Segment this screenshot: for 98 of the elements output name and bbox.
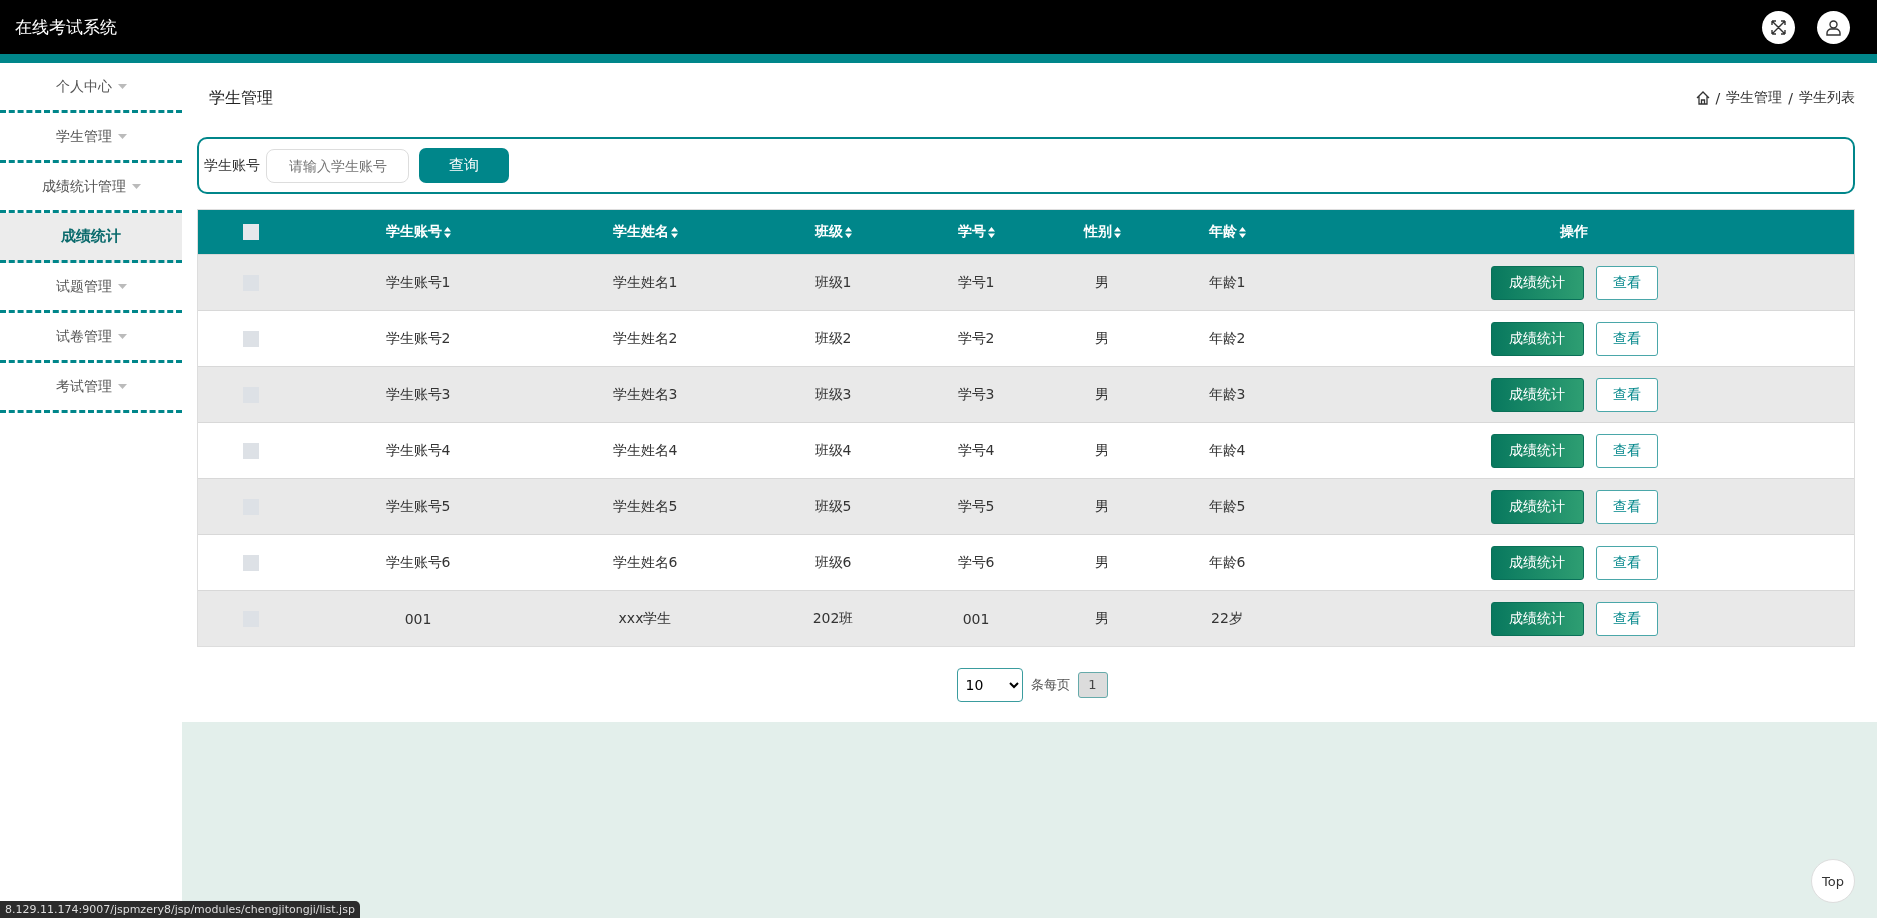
table-cell: 学生姓名5 — [612, 497, 678, 516]
table-cell: 男 — [1095, 553, 1109, 572]
breadcrumb-item[interactable]: 学生管理 — [1726, 89, 1783, 107]
page-title: 学生管理 — [209, 87, 273, 109]
page-size-select[interactable]: 10 — [956, 667, 1023, 702]
table-cell: 学生账号5 — [385, 497, 451, 516]
sort-icon — [1113, 226, 1121, 238]
caret-icon — [117, 384, 127, 389]
column-header[interactable]: 性别 — [1083, 223, 1112, 241]
table-cell: 年龄2 — [1208, 329, 1246, 348]
user-icon — [1825, 18, 1842, 36]
table-cell: 001 — [404, 610, 432, 627]
breadcrumb-separator: / — [1788, 90, 1793, 106]
view-button[interactable]: 查看 — [1595, 321, 1658, 356]
table-cell: 学生姓名6 — [612, 553, 678, 572]
table-cell: 班级1 — [814, 273, 852, 292]
view-button[interactable]: 查看 — [1595, 377, 1658, 412]
app-title: 在线考试系统 — [15, 15, 117, 39]
table-cell: 班级4 — [814, 441, 852, 460]
view-button[interactable]: 查看 — [1595, 433, 1658, 468]
sort-icon — [1238, 226, 1246, 238]
sort-icon — [987, 226, 995, 238]
sidebar-item[interactable]: 成绩统计 — [0, 213, 182, 263]
table-cell: 男 — [1095, 385, 1109, 404]
breadcrumb-item[interactable]: 学生列表 — [1799, 89, 1855, 107]
column-header[interactable]: 学号 — [957, 223, 986, 241]
table-cell: 男 — [1095, 329, 1109, 348]
user-button[interactable] — [1817, 10, 1850, 44]
sort-icon — [670, 226, 678, 238]
statistics-button[interactable]: 成绩统计 — [1490, 265, 1584, 300]
view-button[interactable]: 查看 — [1595, 489, 1658, 524]
statistics-button[interactable]: 成绩统计 — [1490, 601, 1584, 636]
table-cell: 男 — [1095, 273, 1109, 292]
table-cell: 年龄5 — [1208, 497, 1246, 516]
table-cell: 22岁 — [1211, 609, 1243, 628]
statistics-button[interactable]: 成绩统计 — [1490, 489, 1584, 524]
view-button[interactable]: 查看 — [1595, 545, 1658, 580]
table-cell: 年龄6 — [1208, 553, 1246, 572]
fullscreen-button[interactable] — [1762, 10, 1795, 44]
status-url: 8.129.11.174:9007/jspmzery8/jsp/modules/chengjitongji/list.jsp — [0, 901, 360, 918]
breadcrumb-separator: / — [1715, 90, 1721, 106]
table-cell: 年龄1 — [1208, 273, 1246, 292]
caret-icon — [131, 184, 141, 189]
table-cell: 学号6 — [957, 553, 995, 572]
table-cell: 学生账号3 — [385, 385, 451, 404]
table-cell: 学号2 — [957, 329, 995, 348]
caret-icon — [117, 334, 127, 339]
column-header: 操作 — [1560, 223, 1588, 241]
statistics-button[interactable]: 成绩统计 — [1490, 321, 1584, 356]
row-checkbox[interactable] — [243, 554, 259, 571]
table-cell: 学号1 — [957, 273, 995, 292]
table-cell: 班级3 — [814, 385, 852, 404]
view-button[interactable]: 查看 — [1595, 601, 1658, 636]
query-button[interactable]: 查询 — [419, 148, 509, 183]
caret-icon — [117, 84, 127, 89]
statistics-button[interactable]: 成绩统计 — [1490, 433, 1584, 468]
table-cell: 班级5 — [814, 497, 852, 516]
table-cell: 年龄4 — [1208, 441, 1246, 460]
table-cell: 男 — [1095, 441, 1109, 460]
page-button[interactable]: 1 — [1077, 671, 1108, 698]
select-all-checkbox[interactable] — [243, 224, 259, 240]
table-cell: 学生账号4 — [385, 441, 451, 460]
account-input[interactable]: 请输入学生账号 — [266, 148, 409, 183]
table-cell: 男 — [1095, 497, 1109, 516]
view-button[interactable]: 查看 — [1595, 265, 1658, 300]
table-cell: 学生姓名3 — [612, 385, 678, 404]
table-cell: 班级6 — [814, 553, 852, 572]
table-cell: 年龄3 — [1208, 385, 1246, 404]
table-cell: 男 — [1095, 609, 1109, 628]
column-header[interactable]: 年龄 — [1208, 223, 1237, 241]
sort-icon — [844, 226, 852, 238]
table-cell: 班级2 — [814, 329, 852, 348]
row-checkbox[interactable] — [243, 330, 259, 347]
table-cell: 学生姓名1 — [612, 273, 678, 292]
statistics-button[interactable]: 成绩统计 — [1490, 545, 1584, 580]
column-header[interactable]: 班级 — [814, 223, 843, 241]
table-cell: 学号3 — [957, 385, 995, 404]
table-cell: 001 — [962, 610, 990, 627]
statistics-button[interactable]: 成绩统计 — [1490, 377, 1584, 412]
home-icon[interactable] — [1695, 91, 1710, 105]
table-cell: 学生姓名4 — [612, 441, 678, 460]
expand-icon — [1770, 18, 1787, 36]
table-cell: 学号4 — [957, 441, 995, 460]
caret-icon — [117, 284, 127, 289]
table-cell: 学生账号1 — [385, 273, 451, 292]
table-cell: 学号5 — [957, 497, 995, 516]
table-cell: 202班 — [812, 609, 854, 628]
row-checkbox[interactable] — [243, 442, 259, 459]
column-header[interactable]: 学生姓名 — [612, 223, 669, 241]
search-label: 学生账号 — [204, 156, 260, 175]
sort-icon — [443, 226, 451, 238]
table-cell: xxx学生 — [618, 609, 672, 628]
column-header[interactable]: 学生账号 — [385, 223, 442, 241]
table-cell: 学生账号6 — [385, 553, 451, 572]
table-cell: 学生姓名2 — [612, 329, 678, 348]
table-cell: 学生账号2 — [385, 329, 451, 348]
caret-icon — [117, 134, 127, 139]
page-size-label: 条每页 — [1030, 675, 1070, 694]
